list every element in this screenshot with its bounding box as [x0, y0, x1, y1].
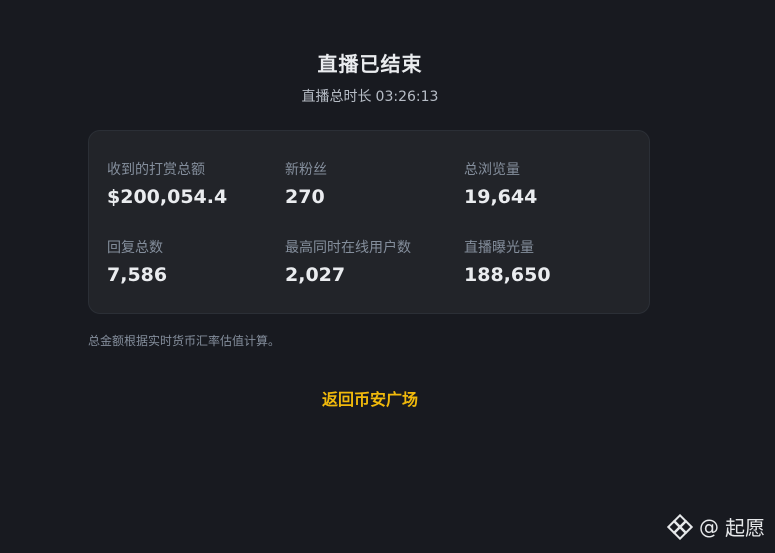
stat-label: 收到的打赏总额 [107, 162, 205, 178]
stat-label: 最高同时在线用户数 [285, 240, 411, 256]
stat-live-impressions: 直播曝光量 188,650 [464, 239, 634, 287]
stat-label: 新粉丝 [285, 162, 327, 178]
page-title: 直播已结束 [317, 52, 423, 76]
stat-value: 19,644 [464, 186, 538, 208]
stat-label: 直播曝光量 [464, 240, 534, 256]
stat-value: $200,054.4 [107, 186, 228, 208]
stat-label: 回复总数 [107, 240, 163, 256]
stat-label: 总浏览量 [464, 162, 520, 178]
stat-value: 188,650 [464, 264, 551, 286]
stats-card: 收到的打赏总额 $200,054.4 新粉丝 270 总浏览量 19,644 回… [88, 130, 650, 314]
stat-value: 7,586 [107, 264, 168, 286]
stat-total-tips: 收到的打赏总额 $200,054.4 [107, 161, 277, 209]
watermark-name: 起愿 [725, 516, 765, 540]
stat-new-followers: 新粉丝 270 [285, 161, 455, 209]
watermark-at: @ [699, 514, 719, 539]
live-duration: 直播总时长 03:26:13 [0, 86, 740, 106]
live-ended-page: 直播已结束 直播总时长 03:26:13 收到的打赏总额 $200,054.4 新… [0, 0, 775, 553]
duration-value: 03:26:13 [375, 89, 439, 105]
stat-peak-concurrent-users: 最高同时在线用户数 2,027 [285, 239, 455, 287]
duration-label: 直播总时长 [301, 89, 372, 105]
stat-value: 270 [285, 186, 325, 208]
stat-value: 2,027 [285, 264, 346, 286]
stat-total-views: 总浏览量 19,644 [464, 161, 634, 209]
back-to-square-link[interactable]: 返回币安广场 [0, 386, 740, 410]
binance-logo-icon [666, 513, 694, 540]
stat-total-replies: 回复总数 7,586 [107, 239, 277, 287]
currency-note: 总金额根据实时货币汇率估值计算。 [88, 334, 281, 348]
watermark: @ 起愿 [666, 512, 765, 541]
